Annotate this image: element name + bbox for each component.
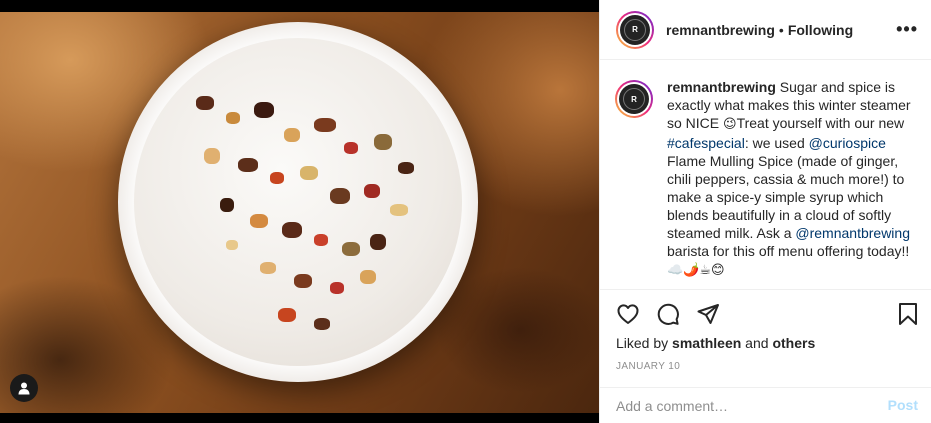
hashtag-link[interactable]: #cafespecial [667,135,745,151]
post-actions: Liked by smathleen and others JANUARY 10 [600,289,931,387]
spice-piece [374,134,392,150]
caption-part-2: Treat yourself with our new [736,115,905,131]
spice-piece [390,204,408,216]
user-silhouette-icon [18,382,30,395]
mention-link-curiospice[interactable]: @curiospice [809,135,886,151]
spice-piece [360,270,376,284]
spice-piece [204,148,220,164]
following-button[interactable]: Following [788,22,853,38]
spice-piece [226,112,240,124]
caption-text: remnantbrewing Sugar and spice is exactl… [667,78,925,280]
caption: R remnantbrewing Sugar and spice is exac… [615,78,925,280]
spice-piece [226,240,238,250]
post-date[interactable]: JANUARY 10 [616,361,680,372]
emoji-cluster-icon: ☁️🌶️☕😊 [667,263,725,278]
spice-piece [270,172,284,184]
comment-icon[interactable] [656,302,680,326]
remnant-logo-icon: R [619,84,649,114]
cup-foam [134,38,462,366]
post-photo[interactable] [0,0,599,423]
separator-dot: • [778,21,784,38]
tagged-user-icon[interactable] [10,374,38,402]
comment-bar: Post [600,387,931,423]
caption-username[interactable]: remnantbrewing [667,79,776,95]
liker-username[interactable]: smathleen [672,335,741,351]
spice-piece [282,222,302,238]
spice-piece [330,282,344,294]
spice-piece [284,128,300,142]
spice-piece [330,188,350,204]
spice-piece [278,308,296,322]
spice-piece [254,102,274,118]
spice-piece [238,158,258,172]
spice-piece [220,198,234,212]
spice-piece [314,234,328,246]
likes-summary: Liked by smathleen and others [616,335,815,351]
spice-piece [398,162,414,174]
spice-piece [314,118,336,132]
spice-piece [300,166,318,180]
spice-piece [294,274,312,288]
share-icon[interactable] [696,302,720,326]
post-button[interactable]: Post [888,397,918,413]
likes-middle: and [741,335,773,351]
mention-link-remnantbrewing[interactable]: @remnantbrewing [795,225,910,241]
bookmark-icon[interactable] [896,302,920,326]
spice-piece [314,318,330,330]
others-link[interactable]: others [772,335,815,351]
author-username[interactable]: remnantbrewing [666,22,775,38]
comment-input[interactable] [616,396,866,416]
spice-piece [342,242,360,256]
more-options-icon[interactable]: ••• [896,20,918,38]
likes-prefix: Liked by [616,335,673,351]
post-side-panel: R remnantbrewing • Following ••• R remna… [599,0,931,423]
spice-piece [344,142,358,154]
spice-piece [196,96,214,110]
spice-piece [250,214,268,228]
spice-piece [370,234,386,250]
post-header: R remnantbrewing • Following ••• [600,0,931,60]
wink-emoji-icon: 😉 [723,117,737,132]
caption-part-3: : we used [744,135,809,151]
caption-part-5: barista for this off menu offering today… [667,243,910,259]
remnant-logo-icon: R [620,14,650,45]
spice-piece [364,184,380,198]
spice-piece [260,262,276,274]
caption-author-avatar[interactable]: R [615,80,653,118]
heart-icon[interactable] [616,302,640,326]
author-avatar[interactable]: R [616,10,654,49]
